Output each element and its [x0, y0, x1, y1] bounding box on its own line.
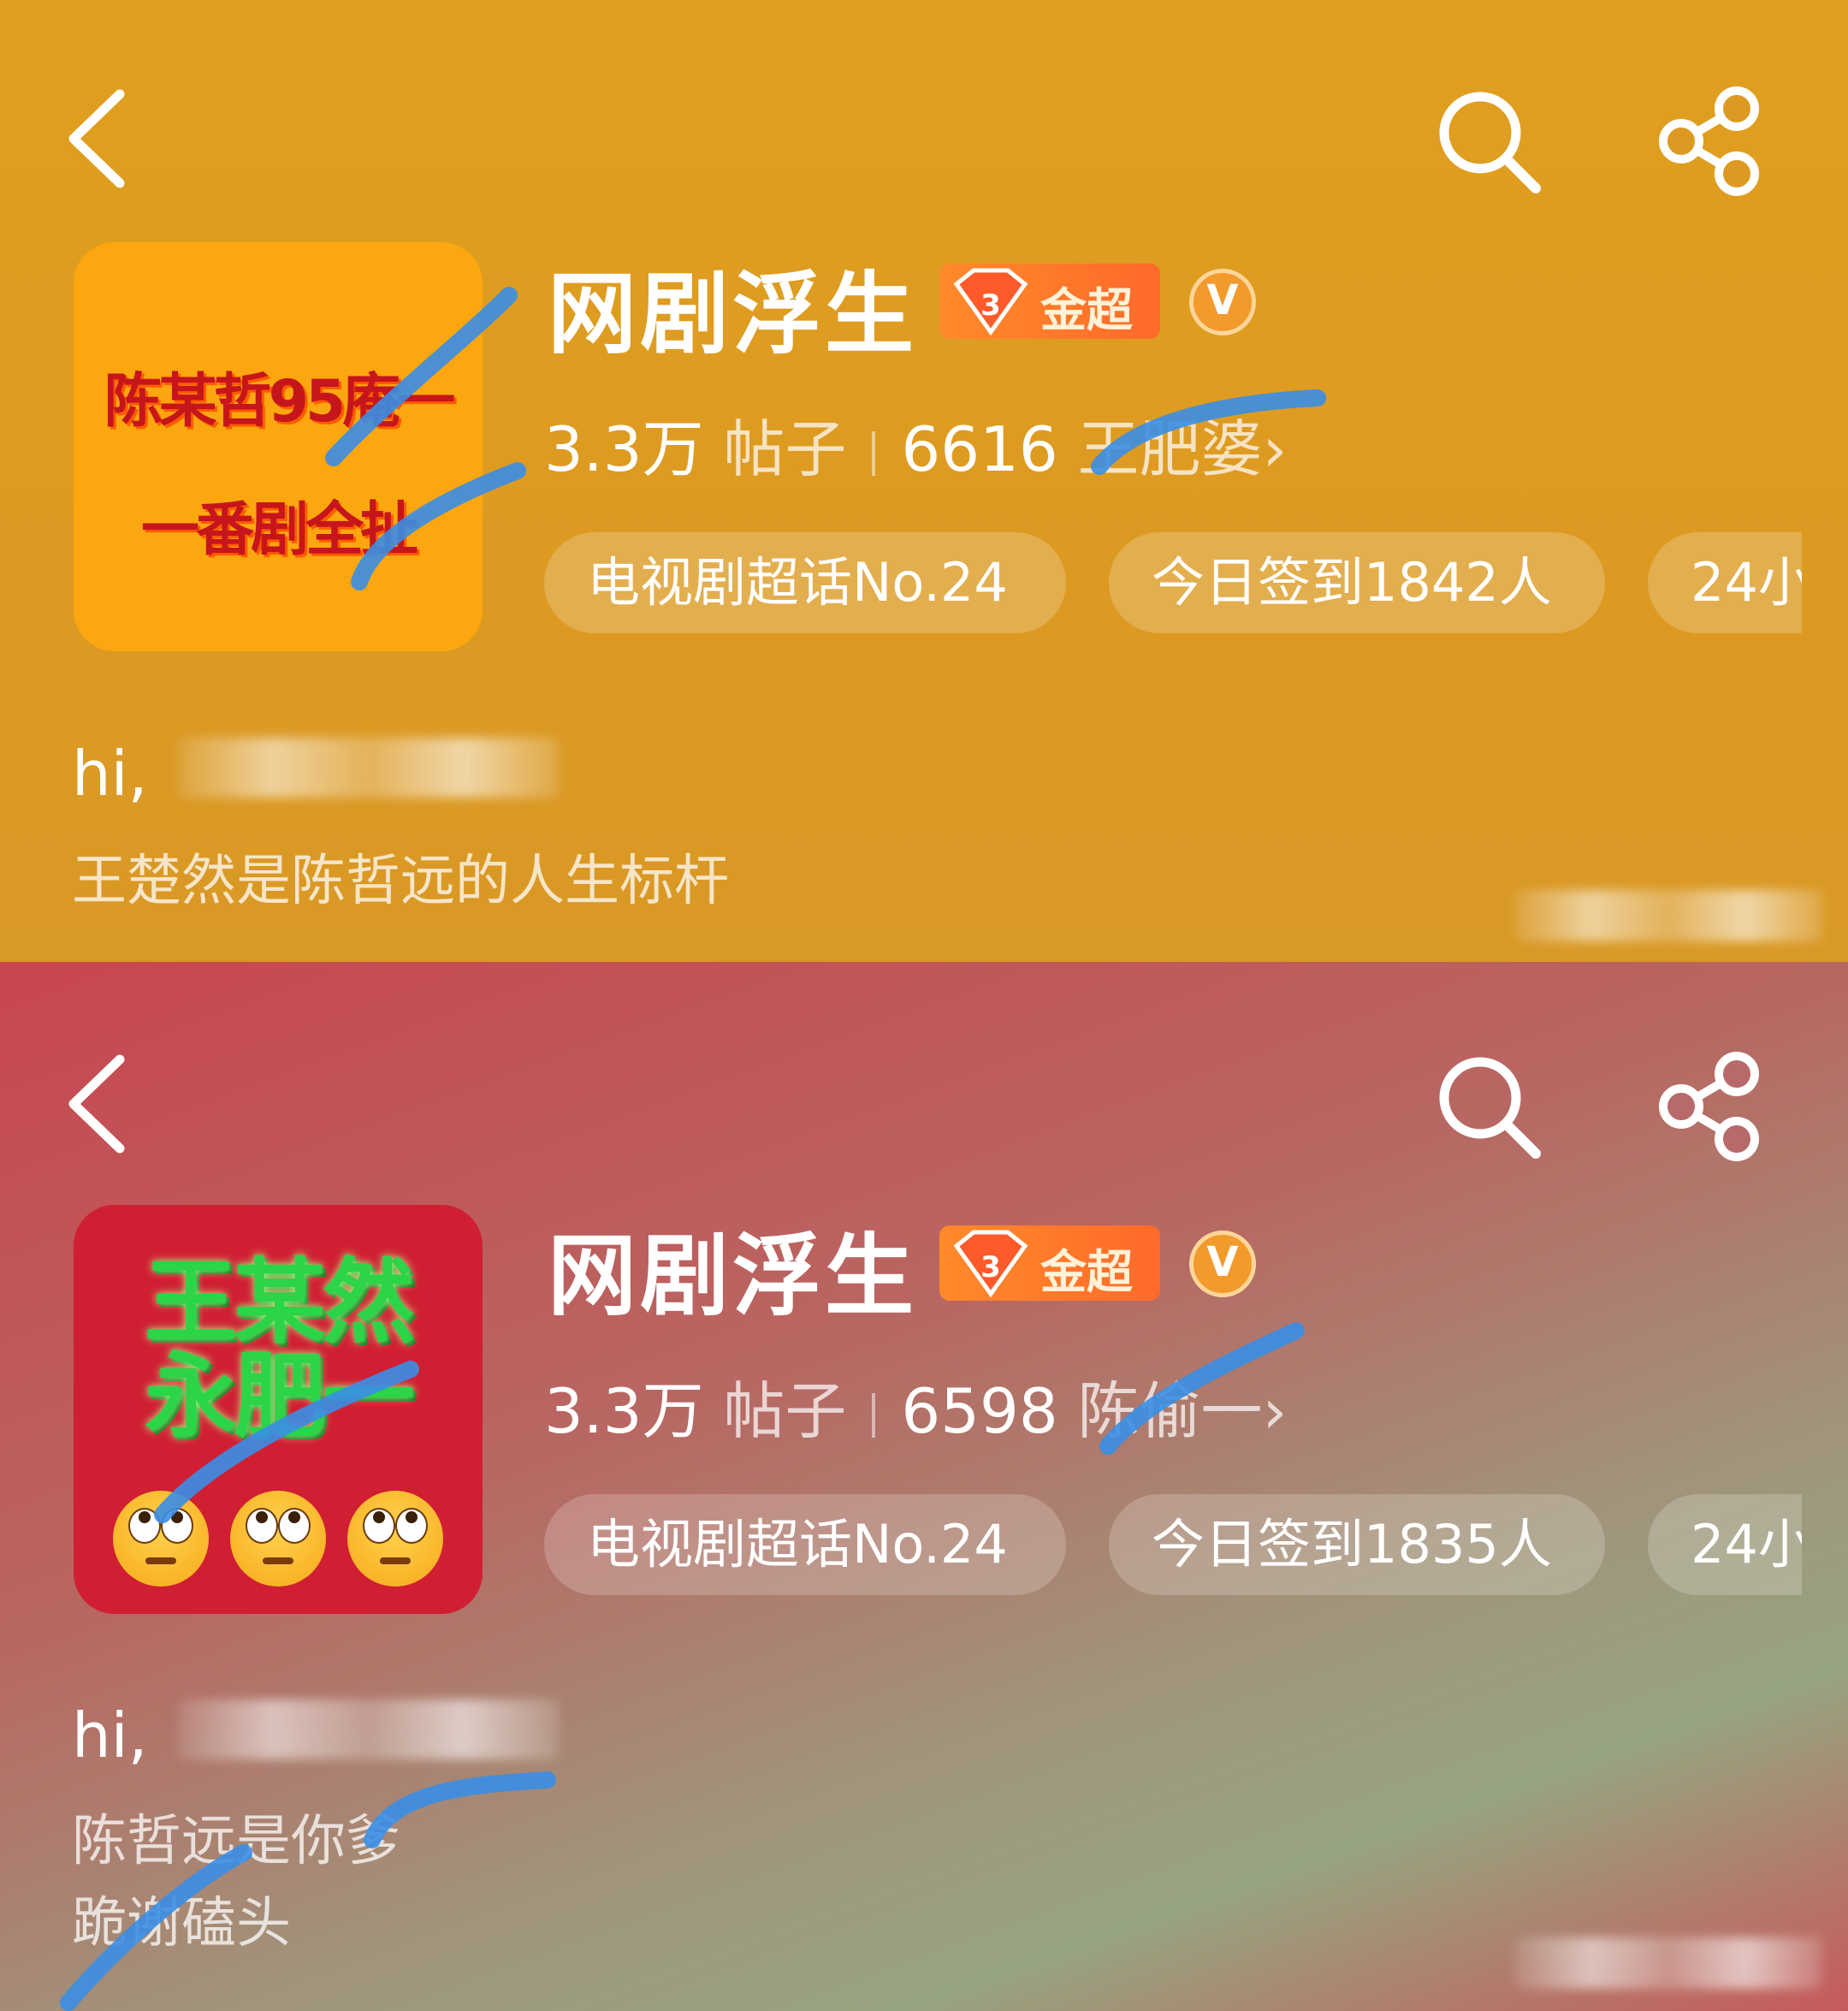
- back-icon[interactable]: [63, 1053, 132, 1155]
- share-icon[interactable]: [1656, 1051, 1767, 1162]
- blurred-watermark: [1514, 1937, 1822, 1989]
- stats-row[interactable]: 3.3万 帖子 6598 陈偷一›: [544, 1361, 1287, 1450]
- divider: [872, 1393, 876, 1438]
- fans-label: 陈偷一: [1077, 1375, 1263, 1447]
- search-icon[interactable]: [1433, 1051, 1544, 1162]
- back-icon[interactable]: [63, 87, 132, 190]
- blurred-username: [178, 738, 559, 798]
- greeting: hi,: [72, 738, 148, 810]
- avatar-text-line-1: 王某然: [144, 1249, 415, 1356]
- eye-roll-emoji-icon: [346, 1491, 443, 1587]
- search-icon[interactable]: [1433, 86, 1544, 197]
- posts-label: 帖子: [723, 413, 847, 485]
- description: 王楚然是陈哲远的人生标杆: [72, 840, 729, 922]
- chip-checkin[interactable]: 今日签到1842人: [1109, 532, 1605, 633]
- gold-super-badge[interactable]: 3 金超: [939, 1225, 1160, 1301]
- diamond-icon: 3: [953, 268, 1028, 335]
- posts-count: 3.3万: [544, 413, 704, 485]
- chip-checkin[interactable]: 今日签到1835人: [1109, 1494, 1605, 1595]
- chip-24h[interactable]: 24小: [1648, 532, 1802, 633]
- description-line: 陈哲远是你爹: [72, 1810, 400, 1873]
- blurred-watermark: [1514, 890, 1822, 941]
- fans-count: 6616: [901, 413, 1058, 485]
- blurred-username: [178, 1700, 559, 1759]
- avatar[interactable]: 陈某哲95庵一 一番剧全扯: [74, 242, 483, 651]
- stats-row[interactable]: 3.3万 帖子 6616 王肥婆›: [544, 399, 1287, 489]
- avatar-text-line-1: 陈某哲95庵一: [104, 368, 456, 436]
- fans-count: 6598: [901, 1375, 1058, 1447]
- verified-v-icon: V: [1189, 269, 1256, 335]
- chevron-right-icon: ›: [1262, 1375, 1288, 1447]
- avatar[interactable]: 王某然 永肥一: [74, 1205, 483, 1614]
- badge-label: 金超: [1040, 1245, 1133, 1299]
- supertopic-header-top: 陈某哲95庵一 一番剧全扯 网剧浮生 3 金超 V 3.3万 帖子 6616 王肥…: [0, 0, 1848, 962]
- avatar-text-line-2: 永肥一: [144, 1344, 415, 1450]
- emoji-row: [74, 1491, 483, 1587]
- eye-roll-emoji-icon: [229, 1491, 326, 1587]
- svg-text:3: 3: [980, 288, 1001, 323]
- svg-text:3: 3: [980, 1250, 1001, 1284]
- eye-roll-emoji-icon: [113, 1491, 210, 1587]
- diamond-icon: 3: [953, 1230, 1028, 1297]
- chip-rank[interactable]: 电视剧超话No.24: [544, 1494, 1066, 1595]
- supertopic-title: 网剧浮生: [548, 262, 918, 366]
- verified-v-icon: V: [1189, 1231, 1256, 1297]
- badge-label: 金超: [1040, 283, 1133, 337]
- description-line: 王楚然是陈哲远的人生标杆: [72, 850, 729, 913]
- description-line: 跪谢磕头: [72, 1892, 291, 1955]
- share-icon[interactable]: [1656, 86, 1767, 197]
- chip-rank[interactable]: 电视剧超话No.24: [544, 532, 1066, 633]
- description: 陈哲远是你爹 跪谢磕头: [72, 1800, 400, 1965]
- gold-super-badge[interactable]: 3 金超: [939, 264, 1160, 339]
- avatar-text-line-2: 一番剧全扯: [140, 496, 418, 564]
- greeting: hi,: [72, 1700, 148, 1771]
- divider: [872, 431, 876, 476]
- posts-label: 帖子: [723, 1375, 847, 1447]
- chevron-right-icon: ›: [1262, 413, 1288, 485]
- chip-24h[interactable]: 24小: [1648, 1494, 1802, 1595]
- supertopic-title: 网剧浮生: [548, 1224, 918, 1328]
- posts-count: 3.3万: [544, 1375, 704, 1447]
- fans-label: 王肥婆: [1077, 413, 1263, 485]
- supertopic-header-bottom: 王某然 永肥一 网剧浮生 3 金超 V 3.3万 帖子 6598 陈偷一› 电视剧…: [0, 962, 1848, 2011]
